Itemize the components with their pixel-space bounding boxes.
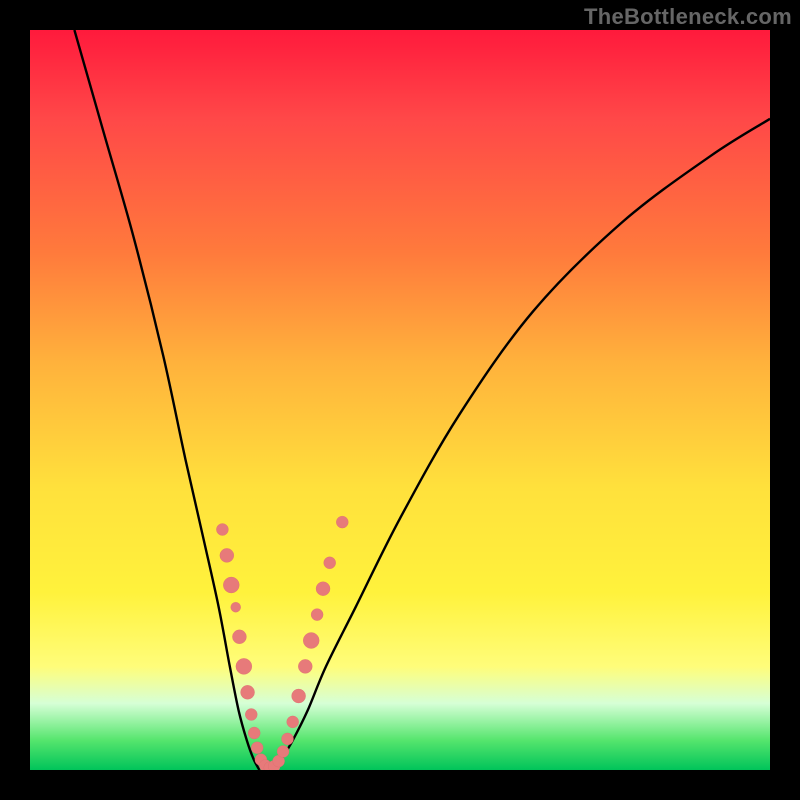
scatter-dot <box>277 746 289 758</box>
right-bottleneck-curve <box>274 119 770 770</box>
scatter-dot <box>282 733 294 745</box>
scatter-dot <box>336 516 348 528</box>
scatter-dot <box>259 760 271 770</box>
left-bottleneck-curve <box>74 30 259 770</box>
scatter-dot <box>220 548 234 562</box>
scatter-dot <box>251 742 263 754</box>
scatter-dot <box>298 659 312 673</box>
chart-frame: TheBottleneck.com <box>0 0 800 800</box>
scatter-dot <box>273 755 285 767</box>
scatter-dot <box>324 557 336 569</box>
scatter-dot <box>248 727 260 739</box>
scatter-dot <box>303 633 319 649</box>
scatter-dot <box>216 524 228 536</box>
scatter-dot <box>287 716 299 728</box>
scatter-dot <box>236 658 252 674</box>
scatter-dot <box>232 630 246 644</box>
scatter-dot <box>311 609 323 621</box>
scatter-dot <box>255 754 267 766</box>
scatter-dot <box>264 762 276 770</box>
scatter-dot <box>223 577 239 593</box>
plot-area <box>30 30 770 770</box>
scatter-dot <box>241 685 255 699</box>
curve-overlay <box>30 30 770 770</box>
scatter-dot <box>231 602 241 612</box>
scatter-dot <box>316 582 330 596</box>
scatter-dot <box>268 760 280 770</box>
watermark-text: TheBottleneck.com <box>584 4 792 30</box>
scatter-dot <box>245 709 257 721</box>
scatter-dot <box>292 689 306 703</box>
scatter-points <box>216 516 348 770</box>
